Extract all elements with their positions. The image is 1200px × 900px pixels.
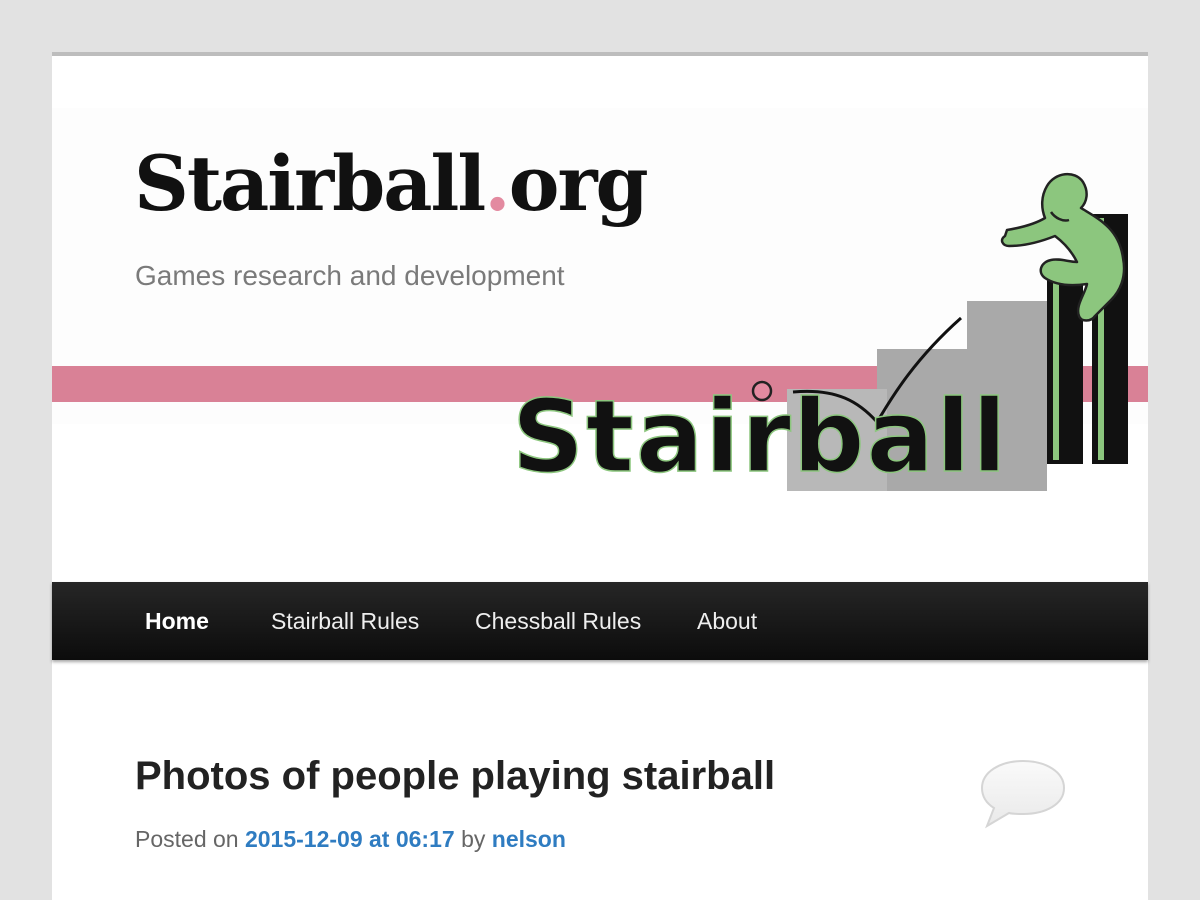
nav-item-home[interactable]: Home — [145, 582, 209, 660]
post-meta-prefix: Posted on — [135, 826, 245, 852]
post-author-link[interactable]: nelson — [492, 826, 566, 852]
post-meta: Posted on 2015-12-09 at 06:17 by nelson — [135, 826, 566, 853]
nav-item-chessball-rules[interactable]: Chessball Rules — [475, 582, 641, 660]
page-container: Stairball.org Games research and develop… — [52, 52, 1148, 900]
site-title-main: Stairball — [134, 139, 486, 228]
logo-wordmark: Stairball — [512, 378, 1009, 495]
site-header: Stairball.org Games research and develop… — [52, 108, 1148, 496]
stairball-logo-art: Stairball — [511, 173, 1128, 496]
nav-item-stairball-rules[interactable]: Stairball Rules — [271, 582, 419, 660]
post-meta-by: by — [454, 826, 492, 852]
site-title-dot: . — [484, 139, 511, 228]
main-navigation: Home Stairball Rules Chessball Rules Abo… — [52, 582, 1148, 660]
site-description: Games research and development — [135, 260, 565, 291]
nav-item-about[interactable]: About — [697, 582, 757, 660]
post-title[interactable]: Photos of people playing stairball — [135, 754, 775, 799]
comment-bubble-icon[interactable] — [978, 758, 1068, 830]
post-date-link[interactable]: 2015-12-09 at 06:17 — [245, 826, 455, 852]
